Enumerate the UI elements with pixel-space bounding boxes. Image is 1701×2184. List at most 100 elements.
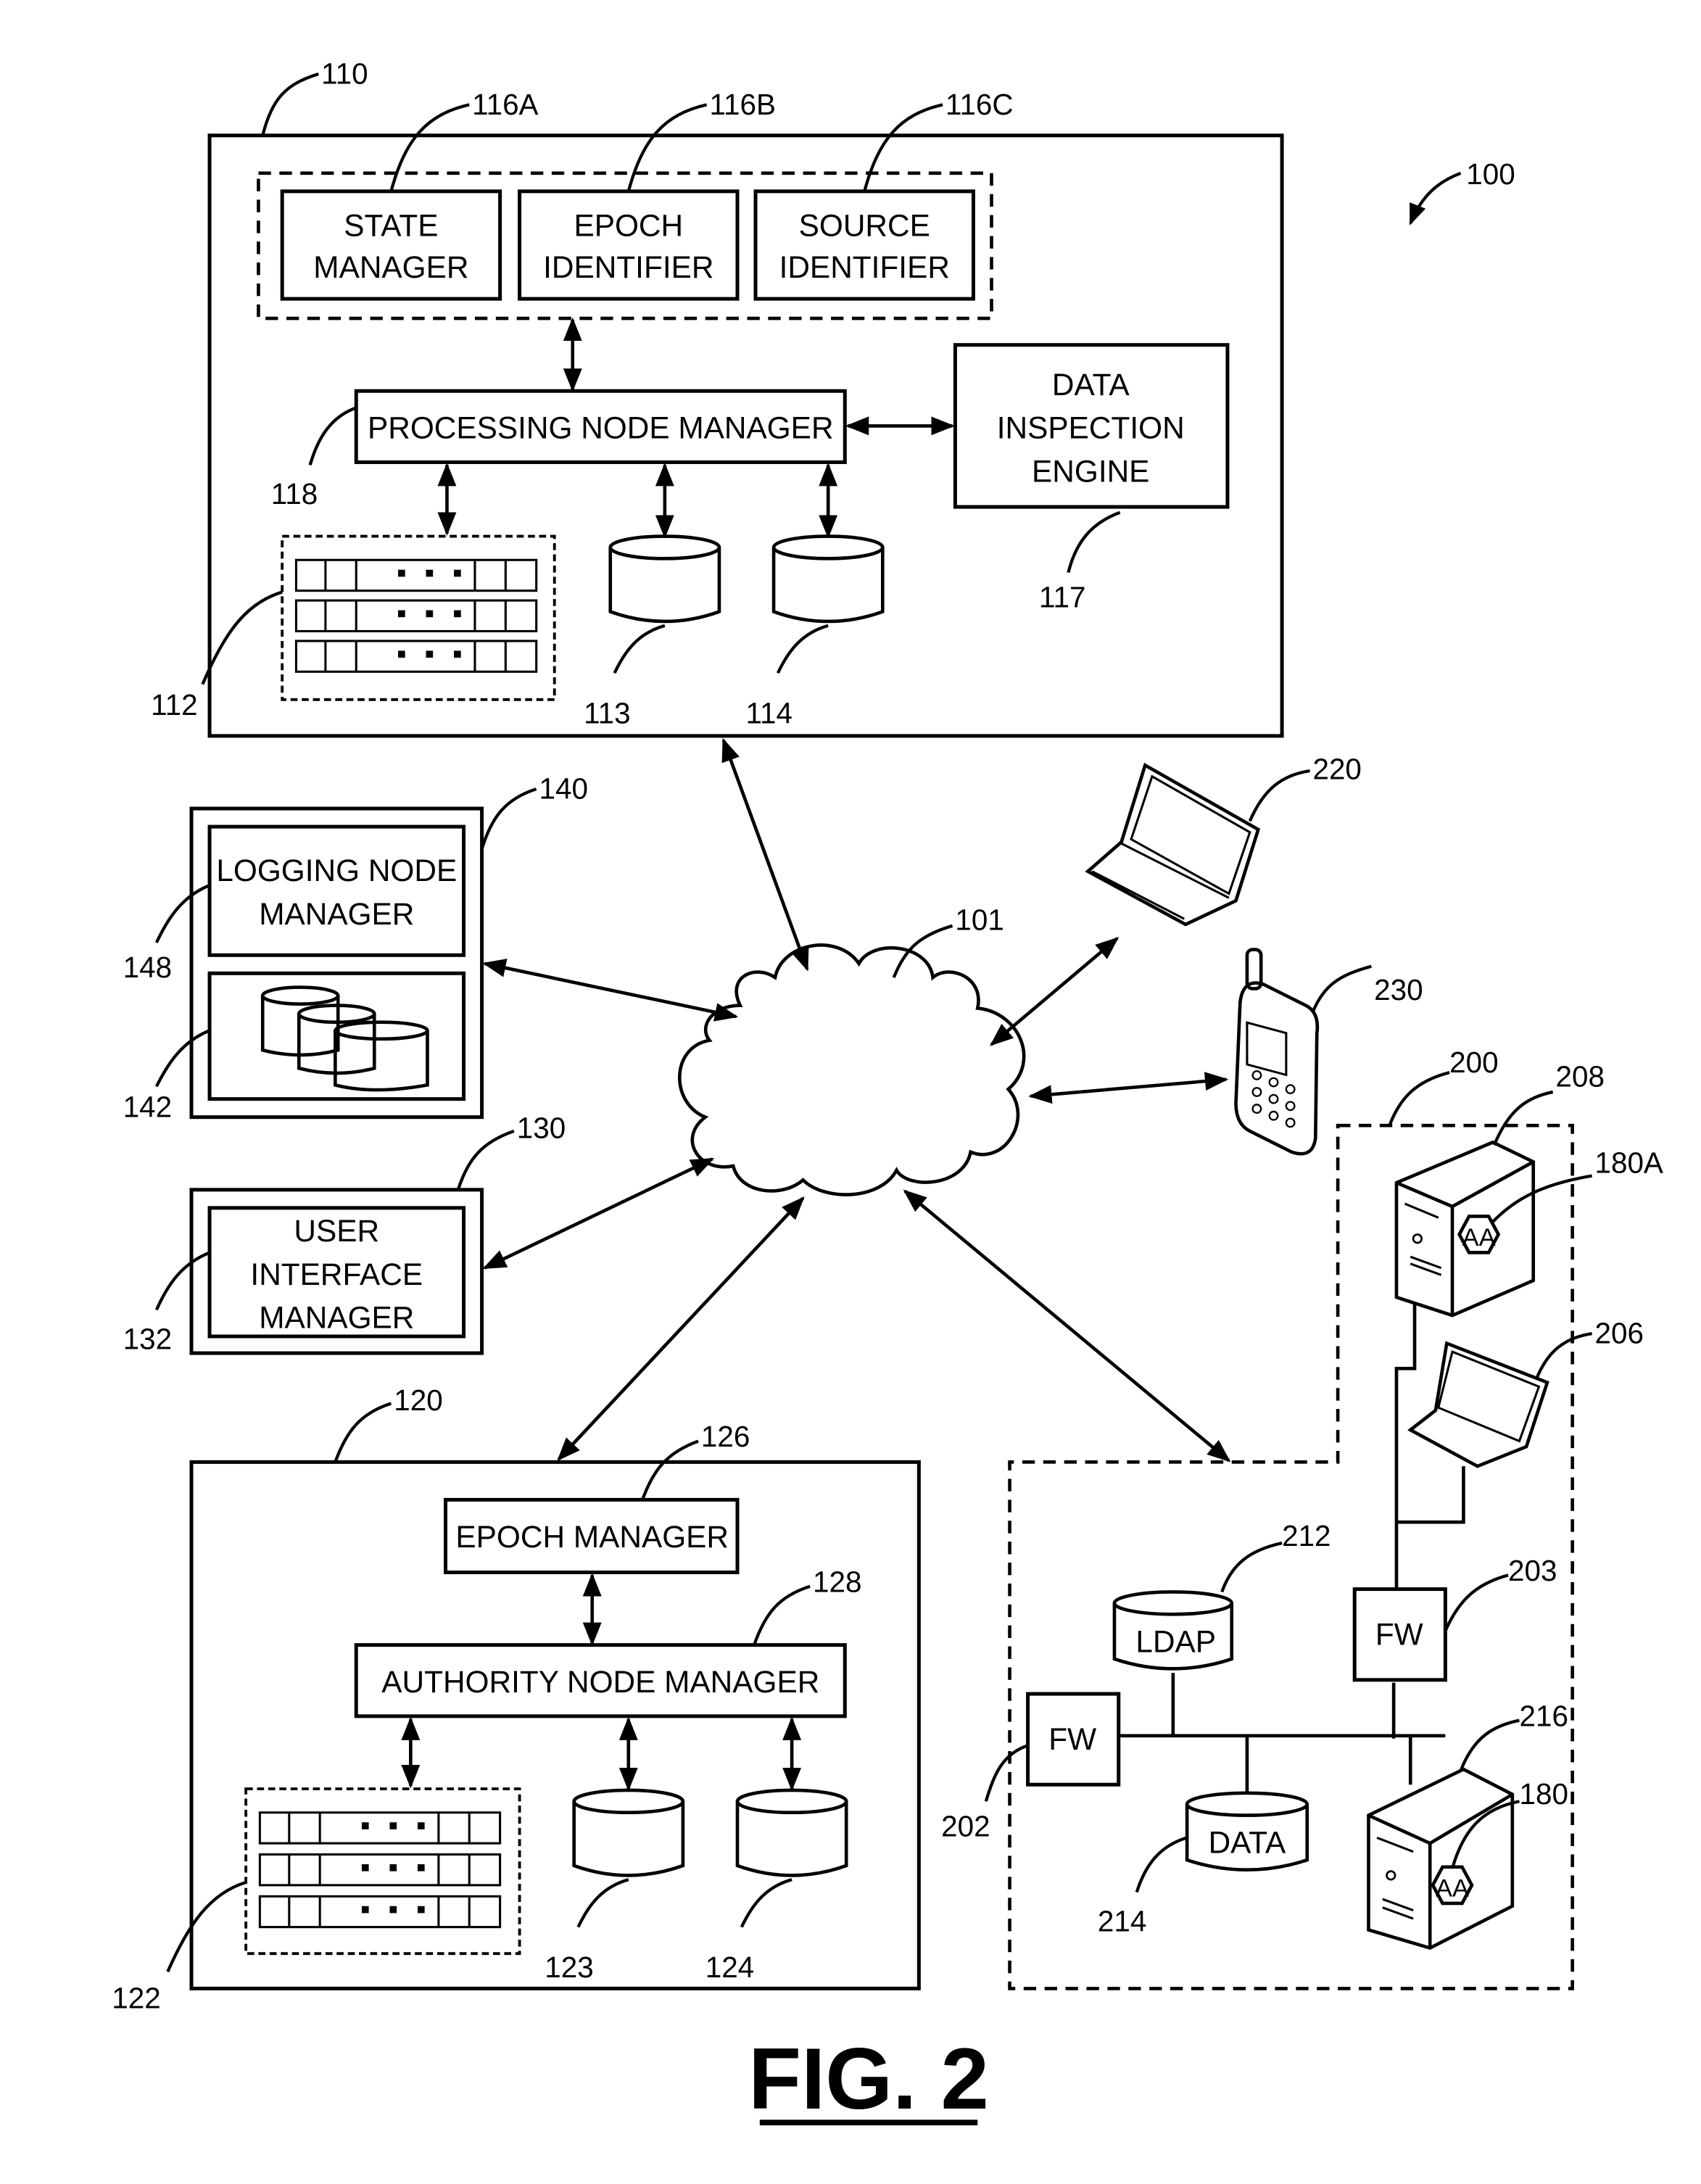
svg-text:FW: FW	[1375, 1618, 1423, 1652]
user-interface-manager: USER INTERFACE MANAGER 132	[123, 1206, 466, 1355]
leader-220	[1248, 769, 1310, 822]
ref-148: 148	[123, 951, 172, 984]
ref-140: 140	[539, 772, 588, 806]
firewall-203: FW 203	[1352, 1554, 1557, 1682]
ref-220: 220	[1312, 753, 1361, 786]
ref-116c: 116C	[945, 88, 1014, 121]
ref-116a: 116A	[472, 88, 538, 121]
leader-140	[480, 787, 537, 850]
svg-text:USER: USER	[294, 1214, 379, 1248]
svg-text:FW: FW	[1048, 1722, 1096, 1756]
ref-130: 130	[517, 1112, 566, 1145]
svg-text:AUTHORITY NODE MANAGER: AUTHORITY NODE MANAGER	[381, 1665, 819, 1699]
authority-node: 120 EPOCH MANAGER 126 AUTHORITY NODE MAN…	[112, 1383, 921, 2014]
link-server-firewall	[1394, 1304, 1417, 1588]
ref-118: 118	[271, 477, 318, 510]
leader-214	[1135, 1836, 1188, 1893]
ref-132: 132	[123, 1322, 172, 1355]
epoch-identifier: EPOCH IDENTIFIER 116B	[518, 88, 776, 301]
ref-122: 122	[112, 1981, 160, 2014]
ref-123: 123	[545, 1951, 593, 1984]
processing-node: 110 STATE MANAGER 116A EPOCH IDENTIFIER …	[151, 57, 1284, 738]
state-manager: STATE MANAGER 116A	[280, 88, 539, 301]
ref-230: 230	[1374, 973, 1423, 1006]
svg-text:EPOCH MANAGER: EPOCH MANAGER	[455, 1520, 729, 1554]
svg-text:SOURCE: SOURCE	[799, 208, 930, 242]
link-processing-node-cloud	[721, 737, 809, 972]
ref-206: 206	[1594, 1317, 1643, 1350]
ref-214: 214	[1098, 1904, 1146, 1937]
ref-180a: 180A	[1594, 1146, 1663, 1180]
mobile-phone-icon: 230	[1234, 948, 1423, 1156]
link-cloud-enterprise	[903, 1189, 1231, 1463]
ref-116b: 116B	[709, 88, 775, 121]
leader-206	[1534, 1332, 1592, 1381]
system-reference: 100	[1409, 157, 1515, 226]
source-identifier: SOURCE IDENTIFIER 116C	[753, 88, 1014, 301]
figure-title: FIG. 2	[748, 2031, 989, 2127]
ref-101: 101	[955, 903, 1003, 937]
svg-text:IDENTIFIER: IDENTIFIER	[543, 250, 713, 284]
ref-117: 117	[1039, 581, 1085, 614]
patent-figure: 100 110 STATE MANAGER 116A EPOCH IDENTIF…	[112, 57, 1663, 2127]
enterprise-boundary	[1008, 1123, 1574, 1990]
enterprise-network: 200 AA 208 180A 206 FW 203 FW 202 LDAP 2…	[941, 1046, 1663, 1990]
ref-216: 216	[1519, 1699, 1568, 1732]
laptop-icon: 220	[1085, 753, 1362, 927]
data-database-icon: DATA 214	[1098, 1735, 1309, 1937]
ref-203: 203	[1508, 1554, 1557, 1587]
agent-label-180a: AA	[1462, 1224, 1497, 1252]
network-cloud-icon: 101	[678, 903, 1026, 1196]
leader-216	[1459, 1718, 1520, 1771]
ref-208: 208	[1556, 1059, 1605, 1093]
leader-180a	[1490, 1174, 1592, 1225]
leader-203	[1444, 1573, 1509, 1632]
link-laptop-firewall	[1396, 1466, 1465, 1524]
ref-113: 113	[584, 697, 630, 730]
link-authority-node-cloud	[557, 1196, 805, 1461]
ref-112: 112	[151, 688, 197, 721]
system-ref-label: 100	[1466, 157, 1515, 191]
ref-202: 202	[941, 1809, 990, 1842]
svg-text:DATA: DATA	[1052, 368, 1130, 402]
ref-110: 110	[321, 57, 368, 91]
svg-text:MANAGER: MANAGER	[259, 1300, 414, 1334]
leader-120	[334, 1402, 392, 1463]
leader-101	[892, 924, 953, 978]
link-cloud-phone	[1028, 1072, 1229, 1104]
svg-text:MANAGER: MANAGER	[313, 250, 468, 284]
leader-130	[456, 1129, 515, 1191]
leader-202	[984, 1744, 1029, 1802]
link-cloud-laptop	[990, 937, 1119, 1046]
ref-200: 200	[1449, 1046, 1498, 1079]
leader-200	[1388, 1070, 1450, 1126]
server-tower-icon: AA 208 180A	[1394, 1059, 1663, 1318]
svg-text:MANAGER: MANAGER	[259, 897, 414, 931]
leader-110	[261, 73, 319, 136]
svg-text:PROCESSING NODE MANAGER: PROCESSING NODE MANAGER	[368, 411, 834, 445]
svg-text:LDAP: LDAP	[1135, 1624, 1216, 1658]
firewall-202: FW 202	[941, 1692, 1121, 1842]
leader-212	[1220, 1541, 1283, 1593]
svg-text:INTERFACE: INTERFACE	[250, 1257, 423, 1291]
ref-124: 124	[705, 1951, 754, 1984]
svg-text:STATE: STATE	[344, 208, 438, 242]
laptop-icon: 206	[1407, 1317, 1644, 1468]
svg-text:INSPECTION: INSPECTION	[997, 411, 1185, 445]
svg-text:ENGINE: ENGINE	[1032, 454, 1149, 488]
ref-126: 126	[701, 1420, 750, 1453]
leader-208	[1492, 1090, 1554, 1146]
agent-label-180: AA	[1436, 1874, 1470, 1902]
svg-text:IDENTIFIER: IDENTIFIER	[779, 250, 950, 284]
ref-128: 128	[813, 1565, 861, 1598]
ldap-database-icon: LDAP 212	[1112, 1519, 1331, 1736]
svg-text:DATA: DATA	[1209, 1826, 1286, 1860]
figure-title-text: FIG. 2	[748, 2031, 989, 2127]
ref-180: 180	[1519, 1777, 1568, 1811]
leader-230	[1311, 964, 1372, 1014]
svg-text:EPOCH: EPOCH	[574, 208, 683, 242]
ref-212: 212	[1282, 1519, 1330, 1552]
ref-142: 142	[123, 1091, 172, 1124]
link-ui-node-cloud	[482, 1157, 715, 1270]
ref-114: 114	[746, 697, 792, 730]
